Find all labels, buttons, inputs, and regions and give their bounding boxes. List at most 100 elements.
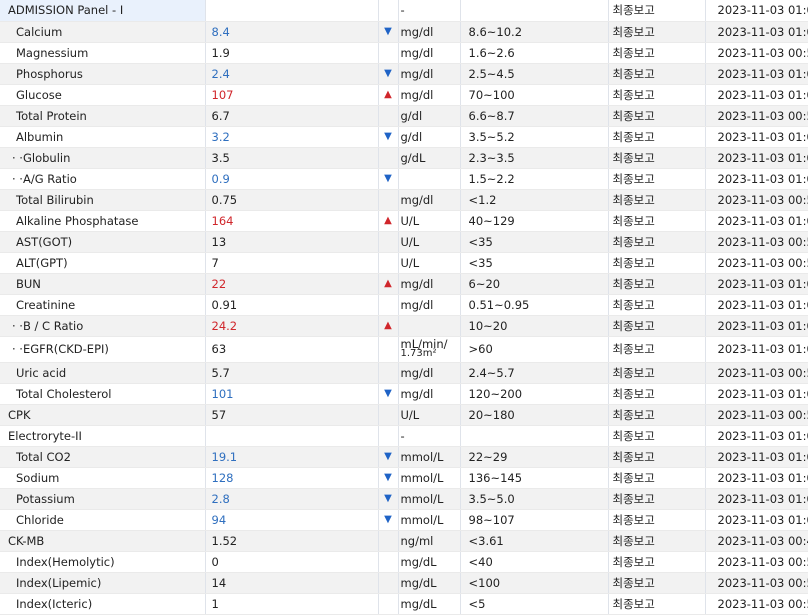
test-name: Magnessium [0,42,206,64]
table-row[interactable]: AST(GOT)13 U/L<35최종보고2023-11-03 00:52 [0,231,808,253]
table-row[interactable]: Index(Lipemic) 14 mg/dL <100 최종보고 2023-11-03 … [0,572,808,594]
table-row[interactable]: Alkaline Phosphatase 164 ▲ U/L 40~129 최종보고 202… [0,210,808,232]
report-datetime: 2023-11-03 00:52 [705,362,808,384]
flag-cell: ▼ [378,383,399,405]
reference-range: <5 [460,593,609,615]
table-row[interactable]: BUN22 ▲ mg/dl6~20최종보고2023-11-03 01:00 [0,273,808,295]
unit: mmol/L [398,467,461,489]
table-row[interactable]: Potassium 2.8 ▼ mmol/L 3.5~5.0 최종보고 2023-11-03… [0,488,808,510]
flag-cell [378,252,399,274]
report-status: 최종보고 [608,446,706,468]
flag-cell [378,105,399,127]
reference-range: 1.5~2.2 [460,168,609,190]
result-value [205,425,379,447]
unit: mmol/L [398,509,461,531]
table-row[interactable]: Phosphorus 2.4 ▼ mg/dl 2.5~4.5 최종보고 2023-11-03… [0,63,808,85]
reference-range: <35 [460,231,609,253]
result-value: 63 [205,336,379,363]
table-row[interactable]: Index(Icteric) 1 mg/dL <5 최종보고 2023-11-03 00:… [0,593,808,615]
result-value: 57 [205,404,379,426]
table-row[interactable]: · ·B / C Ratio 24.2 ▲ 10~20 최종보고 2023-11-03 0… [0,315,808,337]
reference-range: 22~29 [460,446,609,468]
up-triangle-icon: ▲ [384,89,392,100]
unit: U/L [398,210,461,232]
unit: mg/dl [398,84,461,106]
down-triangle-icon: ▼ [384,472,392,483]
report-status: 최종보고 [608,42,706,64]
result-value: 2.4 [205,63,379,85]
table-row[interactable]: Creatinine 0.91 mg/dl 0.51~0.95 최종보고 2023-11-… [0,294,808,316]
report-status: 최종보고 [608,84,706,106]
report-datetime: 2023-11-03 01:00 [705,210,808,232]
reference-range: 2.5~4.5 [460,63,609,85]
report-status: 최종보고 [608,488,706,510]
table-row[interactable]: · ·A/G Ratio 0.9 ▼ 1.5~2.2 최종보고 2023-11-03 01… [0,168,808,190]
report-status: 최종보고 [608,530,706,552]
table-row[interactable]: CPK57 U/L20~180최종보고2023-11-03 00:52 [0,404,808,426]
test-name: AST(GOT) [0,231,206,253]
reference-range: 10~20 [460,315,609,337]
reference-range: <35 [460,252,609,274]
table-row[interactable]: Total Protein 6.7 g/dl 6.6~8.7 최종보고 2023-11-0… [0,105,808,127]
table-row[interactable]: Total CO2 19.1 ▼ mmol/L 22~29 최종보고 2023-11-03 … [0,446,808,468]
reference-range: 1.6~2.6 [460,42,609,64]
report-status: 최종보고 [608,336,706,363]
report-status: 최종보고 [608,0,706,22]
result-value: 24.2 [205,315,379,337]
test-name: Index(Lipemic) [0,572,206,594]
result-value: 3.5 [205,147,379,169]
result-value: 1.9 [205,42,379,64]
unit: mg/dl [398,362,461,384]
table-row[interactable]: Glucose 107 ▲ mg/dl 70~100 최종보고 2023-11-03 01:… [0,84,808,106]
table-row[interactable]: · ·Globulin 3.5 g/dL 2.3~3.5 최종보고 2023-11-03 … [0,147,808,169]
flag-cell [378,551,399,573]
table-row[interactable]: Albumin 3.2 ▼ g/dl 3.5~5.2 최종보고 2023-11-03 01:… [0,126,808,148]
unit: mg/dl [398,189,461,211]
table-row[interactable]: Calcium 8.4 ▼ mg/dl 8.6~10.2 최종보고 2023-11-03 0… [0,21,808,43]
test-name: Sodium [0,467,206,489]
unit: g/dL [398,147,461,169]
report-datetime: 2023-11-03 01:00 [705,21,808,43]
table-row[interactable]: Sodium 128 ▼ mmol/L 136~145 최종보고 2023-11-03 01… [0,467,808,489]
report-datetime: 2023-11-03 01:00 [705,126,808,148]
table-row[interactable]: CK-MB1.52 ng/ml<3.61최종보고2023-11-03 00:40 [0,530,808,552]
result-value: 1 [205,593,379,615]
table-row[interactable]: ALT(GPT)7 U/L<35최종보고2023-11-03 00:52 [0,252,808,274]
table-row[interactable]: Electroryte-II - 최종보고2023-11-03 01:00 [0,425,808,447]
result-value: 3.2 [205,126,379,148]
report-datetime: 2023-11-03 01:00 [705,63,808,85]
table-row[interactable]: Total Bilirubin 0.75 mg/dl <1.2 최종보고 2023-11-… [0,189,808,211]
test-name: BUN [0,273,206,295]
table-row[interactable]: Chloride 94 ▼ mmol/L 98~107 최종보고 2023-11-03 01… [0,509,808,531]
flag-cell [378,530,399,552]
reference-range: <3.61 [460,530,609,552]
table-row[interactable]: Index(Hemolytic) 0 mg/dL <40 최종보고 2023-11-03 … [0,551,808,573]
report-status: 최종보고 [608,252,706,274]
flag-cell [378,42,399,64]
unit: mmol/L [398,446,461,468]
unit [398,168,461,190]
result-value: 0.91 [205,294,379,316]
reference-range: <1.2 [460,189,609,211]
unit: - [398,425,461,447]
report-status: 최종보고 [608,168,706,190]
test-name: Index(Icteric) [0,593,206,615]
table-row[interactable]: Uric acid 5.7 mg/dl 2.4~5.7 최종보고 2023-11-03 0… [0,362,808,384]
table-row[interactable]: · ·EGFR(CKD-EPI) 63 mL/min/1.73m² >60 최종보고 20… [0,336,808,363]
table-row[interactable]: Total Cholesterol 101 ▼ mg/dl 120~200 최종보고 202… [0,383,808,405]
test-name: Creatinine [0,294,206,316]
flag-cell: ▼ [378,126,399,148]
up-triangle-icon: ▲ [384,215,392,226]
reference-range: 20~180 [460,404,609,426]
table-row[interactable]: Magnessium 1.9 mg/dl 1.6~2.6 최종보고 2023-11-03 … [0,42,808,64]
report-datetime: 2023-11-03 01:00 [705,147,808,169]
report-status: 최종보고 [608,425,706,447]
result-value: 0.9 [205,168,379,190]
report-status: 최종보고 [608,273,706,295]
test-name: Index(Hemolytic) [0,551,206,573]
report-status: 최종보고 [608,189,706,211]
lab-results-body: ADMISSION Panel - I-최종보고2023-11-03 01:00… [0,0,808,615]
test-name: · ·A/G Ratio [0,168,206,190]
result-value: 94 [205,509,379,531]
table-row[interactable]: ADMISSION Panel - I - 최종보고2023-11-03 01:00 [0,0,808,22]
